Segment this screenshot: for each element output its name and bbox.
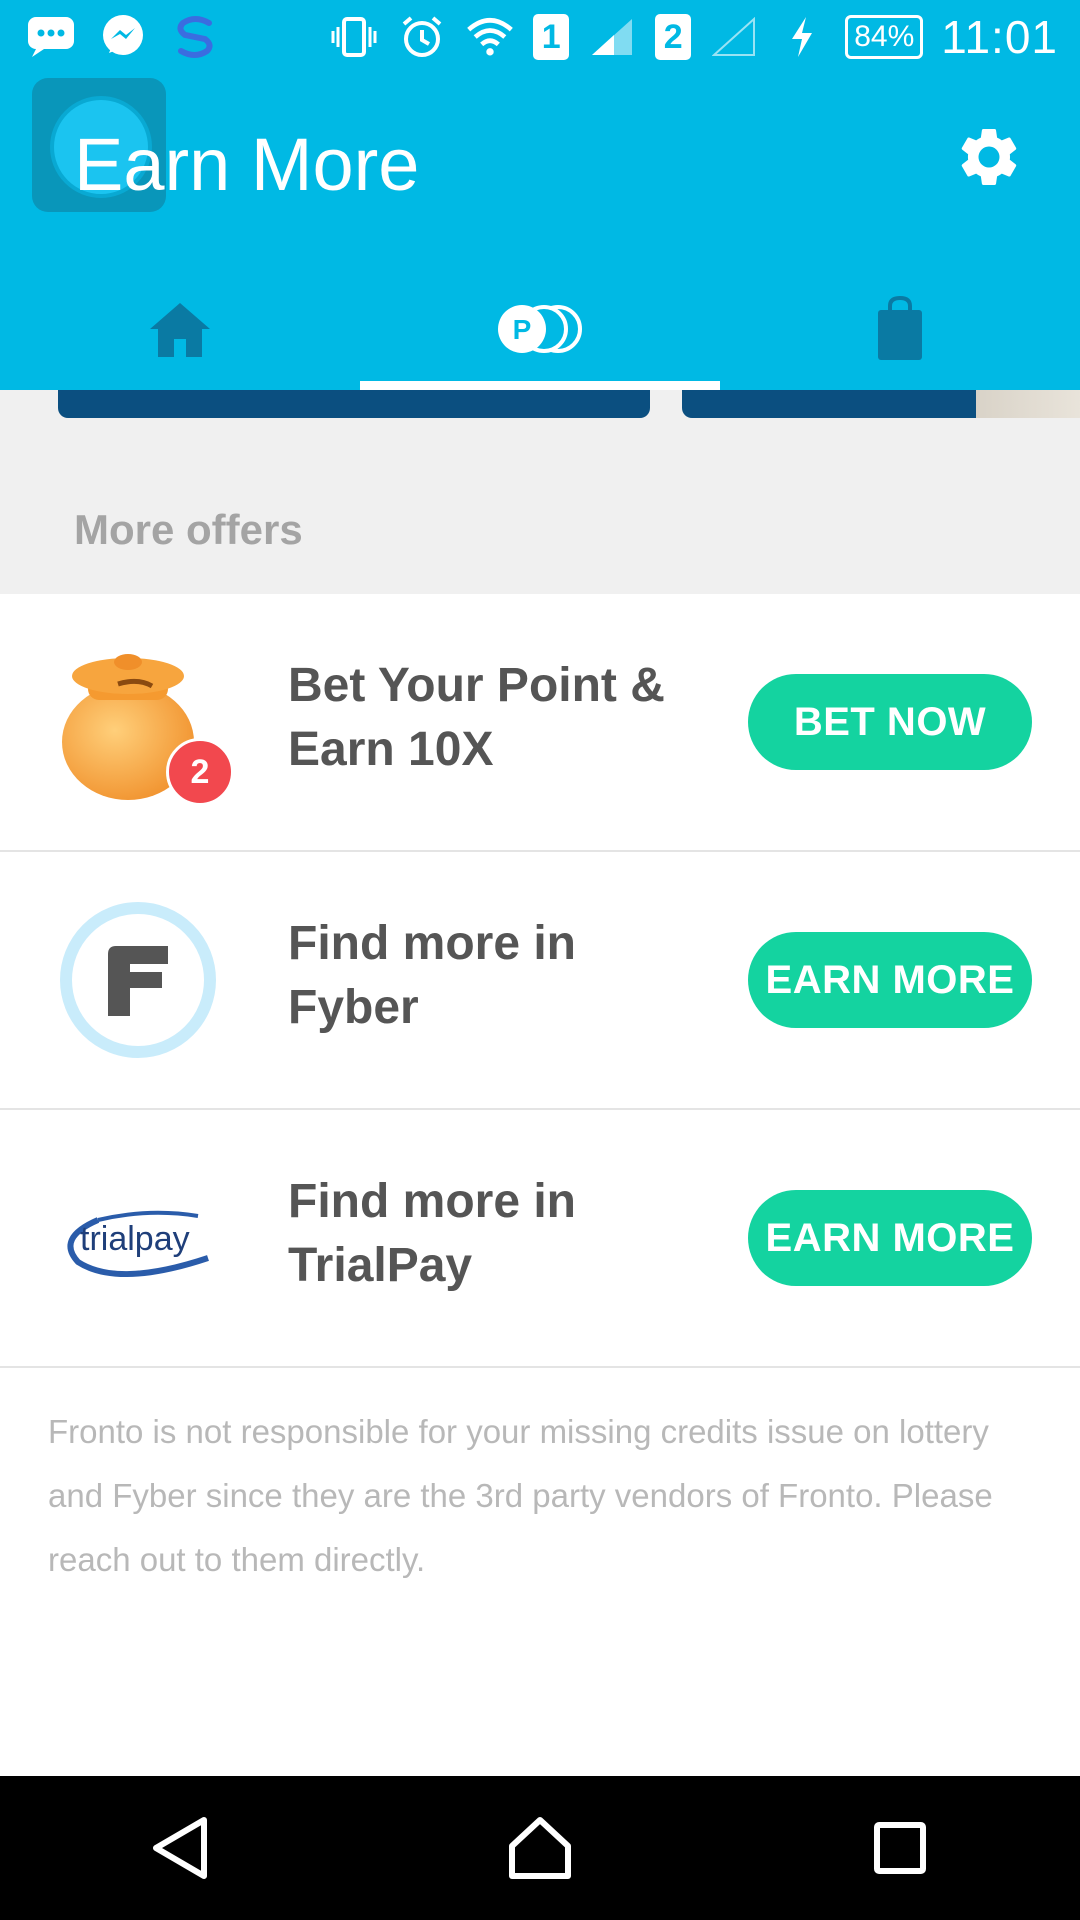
trialpay-logo-icon: trialpay bbox=[58, 1158, 228, 1318]
system-nav-bar bbox=[0, 1776, 1080, 1920]
tab-shop[interactable] bbox=[720, 268, 1080, 390]
svg-text:P: P bbox=[513, 314, 532, 345]
charging-icon bbox=[777, 12, 827, 62]
fyber-logo-icon bbox=[58, 900, 228, 1060]
offer-title: Find more in TrialPay bbox=[288, 1175, 576, 1292]
offer-title: Bet Your Point & Earn 10X bbox=[288, 659, 665, 776]
pot-icon: 2 bbox=[58, 642, 234, 806]
app-bar: Earn More P bbox=[0, 78, 1080, 390]
list-item[interactable]: Find more in Fyber EARN MORE bbox=[0, 852, 1080, 1110]
messages-icon bbox=[26, 12, 76, 62]
clock: 11:01 bbox=[941, 11, 1058, 63]
offer-title: Find more in Fyber bbox=[288, 917, 576, 1034]
sim2-badge: 2 bbox=[655, 14, 692, 60]
offers-list: 2 Bet Your Point & Earn 10X BET NOW Find… bbox=[0, 594, 1080, 1368]
s-app-icon bbox=[170, 12, 220, 62]
tab-home[interactable] bbox=[0, 268, 360, 390]
signal-icon bbox=[587, 12, 637, 62]
tab-bar: P bbox=[0, 268, 1080, 390]
back-icon bbox=[153, 1817, 207, 1879]
list-item[interactable]: trialpay Find more in TrialPay EARN MORE bbox=[0, 1110, 1080, 1368]
status-bar: 1 2 84% 11:01 bbox=[0, 0, 1080, 78]
back-button[interactable] bbox=[120, 1788, 240, 1908]
recents-icon bbox=[874, 1822, 926, 1874]
recents-button[interactable] bbox=[840, 1788, 960, 1908]
points-icon: P bbox=[498, 305, 582, 353]
sim1-badge: 1 bbox=[533, 14, 570, 60]
disclaimer-text: Fronto is not responsible for your missi… bbox=[48, 1413, 993, 1578]
earn-more-button[interactable]: EARN MORE bbox=[748, 932, 1032, 1028]
messenger-icon bbox=[98, 12, 148, 62]
home-outline-icon bbox=[509, 1817, 571, 1879]
wifi-icon bbox=[465, 12, 515, 62]
section-header: More offers bbox=[0, 426, 1080, 594]
battery-level: 84% bbox=[845, 15, 924, 59]
gear-icon bbox=[961, 128, 1017, 186]
alarm-icon bbox=[397, 12, 447, 62]
list-item[interactable]: 2 Bet Your Point & Earn 10X BET NOW bbox=[0, 594, 1080, 852]
home-icon bbox=[150, 303, 210, 357]
earn-more-button[interactable]: EARN MORE bbox=[748, 1190, 1032, 1286]
signal-empty-icon bbox=[709, 12, 759, 62]
trialpay-wordmark: trialpay bbox=[80, 1220, 190, 1258]
home-button[interactable] bbox=[480, 1788, 600, 1908]
vibrate-icon bbox=[329, 12, 379, 62]
tab-points[interactable]: P bbox=[360, 268, 720, 390]
banner-carousel[interactable] bbox=[0, 390, 1080, 426]
banner-card[interactable] bbox=[58, 390, 650, 418]
notification-badge: 2 bbox=[166, 738, 234, 806]
section-title: More offers bbox=[74, 506, 303, 553]
banner-card[interactable] bbox=[682, 390, 1080, 418]
page-title: Earn More bbox=[74, 123, 420, 206]
settings-button[interactable] bbox=[954, 122, 1024, 192]
shop-bag-icon bbox=[878, 296, 922, 360]
bet-now-button[interactable]: BET NOW bbox=[748, 674, 1032, 770]
